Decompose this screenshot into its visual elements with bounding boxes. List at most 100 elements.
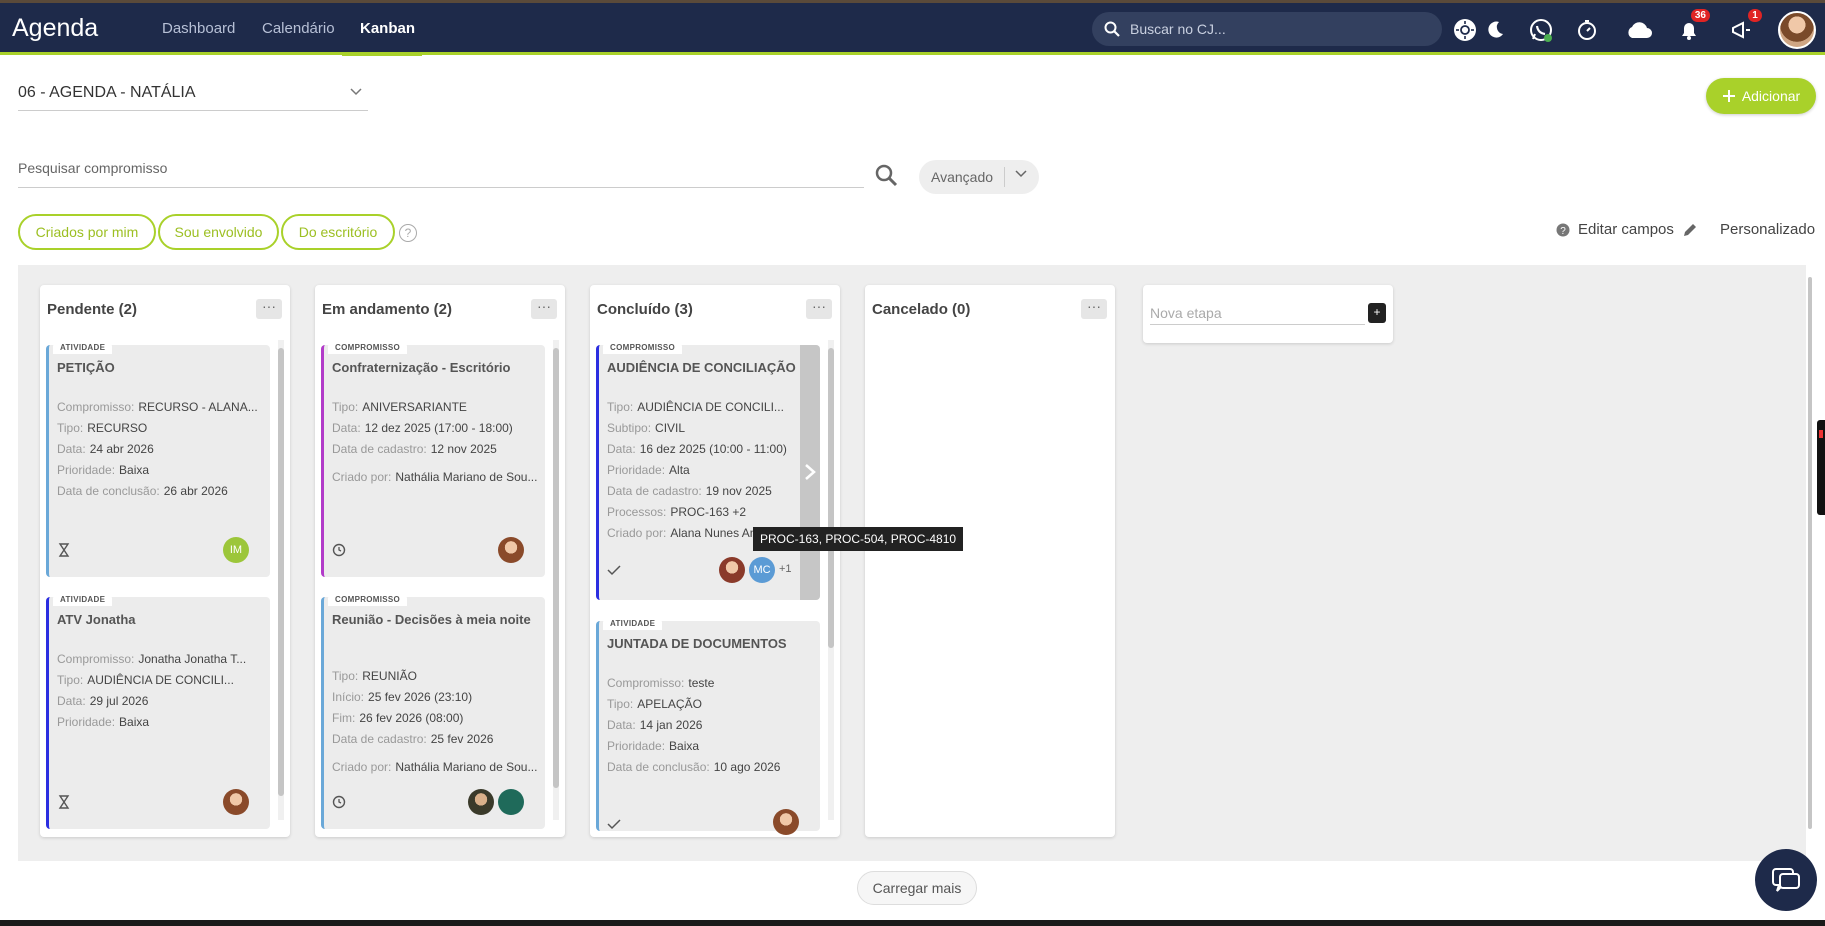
user-avatar[interactable]	[1778, 11, 1816, 49]
load-more-button[interactable]: Carregar mais	[857, 871, 977, 905]
card-field: Data de cadastro: 25 fev 2026	[332, 732, 494, 746]
megaphone-icon[interactable]: 1	[1726, 9, 1762, 45]
card-title: JUNTADA DE DOCUMENTOS	[607, 636, 787, 651]
card-field: Tipo: ANIVERSARIANTE	[332, 400, 467, 414]
pencil-icon	[1683, 223, 1696, 236]
nav-dashboard[interactable]: Dashboard	[162, 20, 235, 37]
card-next-button[interactable]	[800, 345, 820, 600]
card-peticao[interactable]: ATIVIDADE PETIÇÃO Compromisso: RECURSO - …	[46, 341, 270, 577]
card-field: Tipo: APELAÇÃO	[607, 697, 702, 711]
avatar[interactable]	[719, 557, 745, 583]
card-field: Criado por: Nathália Mariano de Sou...	[332, 470, 538, 484]
search-compromisso-input[interactable]	[18, 160, 864, 176]
column-cancelado: Cancelado (0) ···	[865, 285, 1115, 837]
avatar[interactable]	[773, 809, 799, 835]
search-icon[interactable]	[874, 163, 898, 187]
chat-icon	[1772, 868, 1800, 892]
custom-view-button[interactable]: Personalizado	[1720, 221, 1815, 238]
edit-fields-button[interactable]: ? Editar campos	[1556, 221, 1698, 238]
cloud-icon[interactable]	[1624, 15, 1654, 45]
chevron-right-icon	[805, 464, 816, 480]
card-tag: COMPROMISSO	[328, 341, 408, 354]
sun-icon[interactable]	[1450, 15, 1480, 45]
column-title: Em andamento (2)	[322, 301, 453, 318]
new-stage-input[interactable]	[1150, 301, 1365, 325]
side-feedback-tab[interactable]	[1817, 420, 1825, 515]
card-juntada-documentos[interactable]: ATIVIDADE JUNTADA DE DOCUMENTOS Compromi…	[596, 617, 820, 835]
card-field: Prioridade: Baixa	[607, 739, 700, 753]
card-confraternizacao[interactable]: COMPROMISSO Confraternização - Escritóri…	[321, 341, 545, 577]
add-stage-button[interactable]: +	[1368, 303, 1386, 323]
agenda-select[interactable]: 06 - AGENDA - NATÁLIA	[18, 78, 368, 111]
check-icon	[607, 565, 621, 576]
chevron-down-icon	[1015, 170, 1027, 178]
notifications-badge: 36	[1690, 9, 1710, 22]
card-tag: COMPROMISSO	[603, 341, 683, 354]
chat-button[interactable]	[1755, 849, 1817, 911]
whatsapp-icon[interactable]	[1526, 15, 1556, 45]
card-title: Reunião - Decisões à meia noite	[332, 612, 531, 627]
agenda-select-value: 06 - AGENDA - NATÁLIA	[18, 84, 196, 101]
help-icon[interactable]: ?	[399, 224, 417, 242]
plus-icon	[1722, 90, 1735, 102]
card-field: Compromisso: Jonatha Jonatha T...	[57, 652, 247, 666]
clock-icon	[332, 795, 346, 809]
card-field-processos[interactable]: Processos: PROC-163 +2	[607, 505, 794, 519]
moon-icon[interactable]	[1480, 15, 1510, 45]
card-audiencia-conciliacao[interactable]: COMPROMISSO AUDIÊNCIA DE CONCILIAÇÃO Tip…	[596, 341, 820, 600]
avatar[interactable]	[498, 789, 524, 815]
card-field: Fim: 26 fev 2026 (08:00)	[332, 711, 464, 725]
column-concluido: Concluído (3) ··· COMPROMISSO AUDIÊNCIA …	[590, 285, 840, 837]
card-field: Subtipo: CIVIL	[607, 421, 686, 435]
card-reuniao[interactable]: COMPROMISSO Reunião - Decisões à meia no…	[321, 593, 545, 829]
avatar[interactable]: MC	[749, 557, 775, 583]
global-search-input[interactable]	[1130, 18, 1430, 40]
card-field: Data de conclusão: 10 ago 2026	[607, 760, 781, 774]
column-scrollbar[interactable]	[553, 340, 559, 820]
card-field: Data: 24 abr 2026	[57, 442, 154, 456]
column-scrollbar[interactable]	[278, 340, 284, 820]
bottom-taskbar	[0, 920, 1825, 926]
avatar[interactable]	[468, 789, 494, 815]
card-tag: ATIVIDADE	[603, 617, 663, 630]
filter-do-escritorio[interactable]: Do escritório	[281, 214, 395, 250]
card-tag: ATIVIDADE	[53, 341, 113, 354]
chevron-down-icon	[350, 88, 362, 96]
avatar[interactable]: IM	[223, 537, 249, 563]
advanced-search-dropdown[interactable]: Avançado	[919, 160, 1039, 194]
nav-kanban[interactable]: Kanban	[360, 20, 415, 37]
card-field: Compromisso: teste	[607, 676, 715, 690]
svg-text:?: ?	[1560, 226, 1566, 237]
card-field: Data: 14 jan 2026	[607, 718, 703, 732]
column-menu-button[interactable]: ···	[806, 299, 832, 319]
processos-tooltip: PROC-163, PROC-504, PROC-4810	[753, 527, 964, 551]
card-field: Data: 12 dez 2025 (17:00 - 18:00)	[332, 421, 513, 435]
filter-sou-envolvido[interactable]: Sou envolvido	[158, 214, 279, 250]
column-menu-button[interactable]: ···	[531, 299, 557, 319]
card-title: Confraternização - Escritório	[332, 360, 511, 375]
card-field: Data de cadastro: 19 nov 2025	[607, 484, 772, 498]
avatar[interactable]	[498, 537, 524, 563]
more-avatars-count[interactable]: +1	[779, 563, 792, 575]
column-scrollbar[interactable]	[828, 340, 834, 820]
timer-icon[interactable]	[1572, 15, 1602, 45]
global-search[interactable]	[1092, 12, 1442, 46]
bell-icon[interactable]: 36	[1674, 9, 1710, 45]
divider	[1004, 167, 1005, 187]
card-field: Data: 16 dez 2025 (10:00 - 11:00)	[607, 442, 787, 456]
card-field: Compromisso: RECURSO - ALANA...	[57, 400, 258, 414]
card-atv-jonatha[interactable]: ATIVIDADE ATV Jonatha Compromisso: Jonath…	[46, 593, 270, 829]
card-field: Data de conclusão: 26 abr 2026	[57, 484, 228, 498]
card-title: AUDIÊNCIA DE CONCILIAÇÃO	[607, 360, 796, 375]
alerts-badge: 1	[1748, 9, 1762, 22]
column-menu-button[interactable]: ···	[1081, 299, 1107, 319]
filter-criados-por-mim[interactable]: Criados por mim	[18, 214, 156, 250]
add-button[interactable]: Adicionar	[1706, 78, 1816, 114]
add-button-label: Adicionar	[1741, 88, 1801, 104]
advanced-label: Avançado	[931, 169, 994, 185]
nav-calendario[interactable]: Calendário	[262, 20, 335, 37]
card-field: Tipo: AUDIÊNCIA DE CONCILI...	[607, 400, 784, 414]
avatar[interactable]	[223, 789, 249, 815]
board-scrollbar[interactable]	[1806, 265, 1814, 845]
column-menu-button[interactable]: ···	[256, 299, 282, 319]
